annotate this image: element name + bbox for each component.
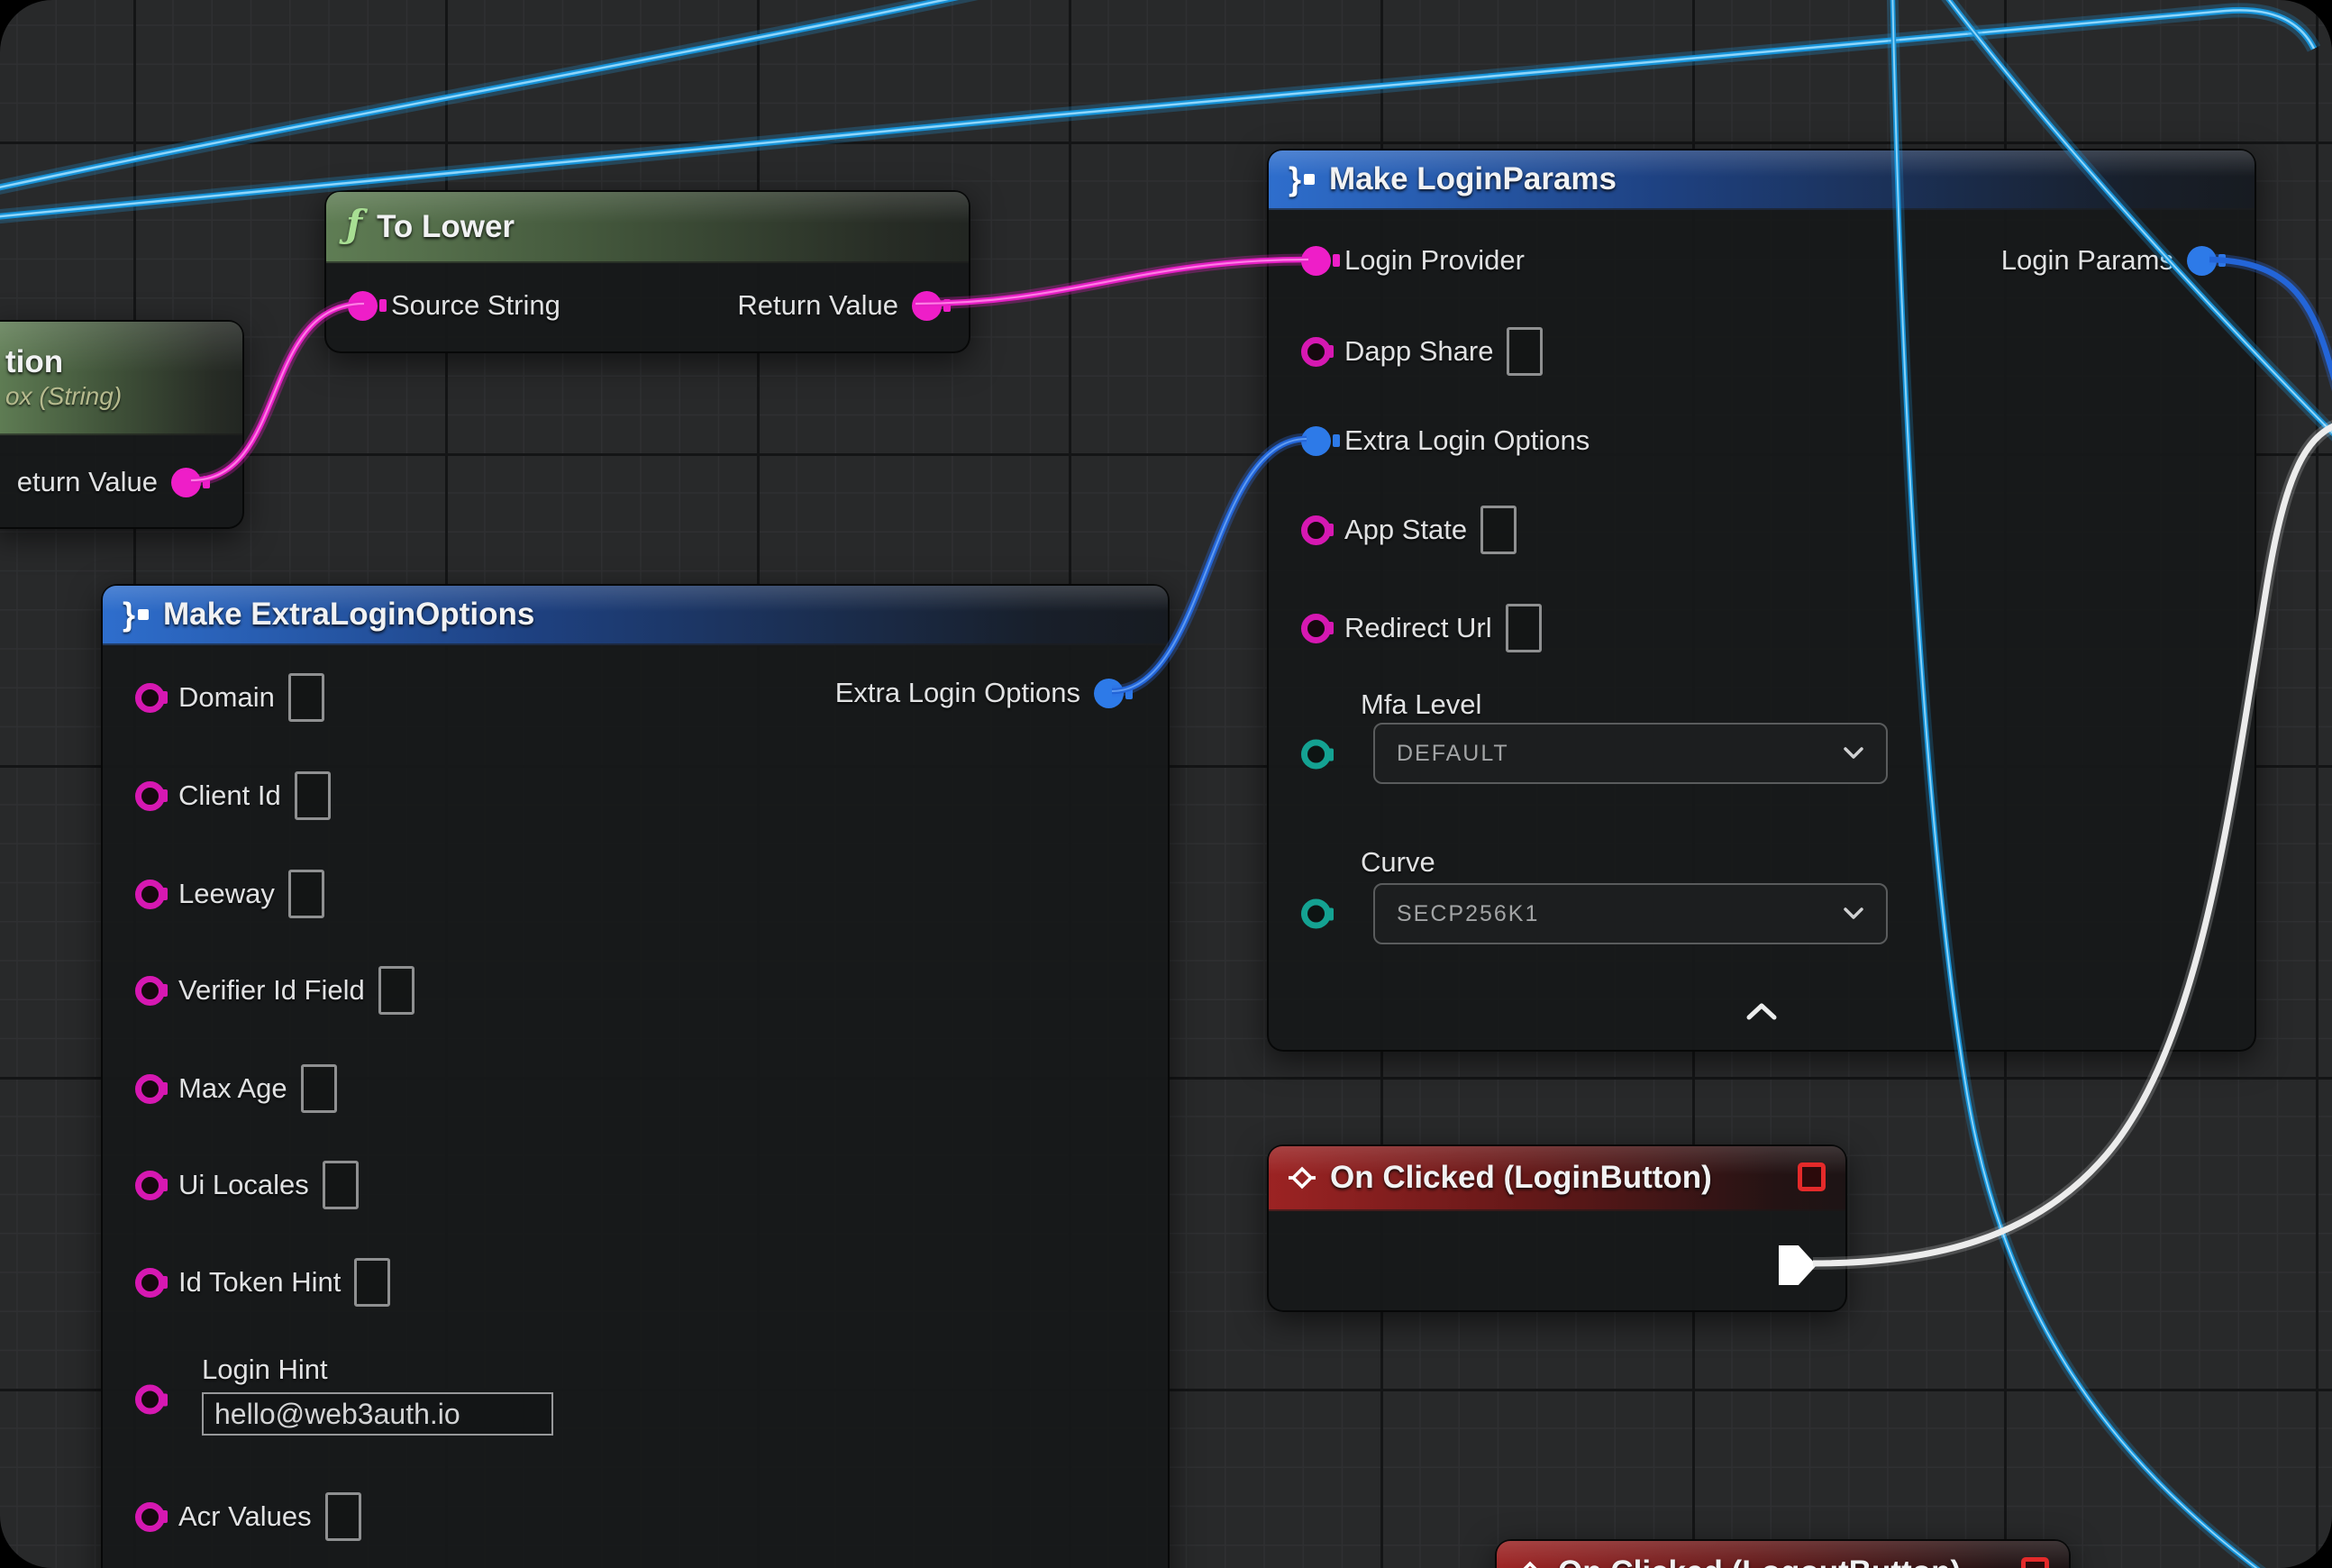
- acr-values-input-pin[interactable]: [135, 1502, 165, 1532]
- curve-dropdown[interactable]: SECP256K1: [1373, 883, 1888, 944]
- return-value-output-pin[interactable]: [171, 468, 201, 497]
- pin-label: App State: [1344, 514, 1467, 546]
- chevron-down-icon: [1843, 907, 1864, 921]
- make-struct-icon: }: [123, 598, 149, 631]
- node-title: To Lower: [377, 209, 515, 245]
- node-header: On Clicked (LogoutButton): [1497, 1541, 2069, 1568]
- app-state-input-pin[interactable]: [1301, 515, 1331, 545]
- login-provider-input-pin[interactable]: [1301, 246, 1331, 276]
- curve-input-pin[interactable]: [1301, 899, 1331, 929]
- node-title: Make ExtraLoginOptions: [163, 597, 534, 633]
- return-value-output-pin[interactable]: [912, 291, 942, 321]
- dapp-share-input-pin[interactable]: [1301, 337, 1331, 367]
- wire-background-cyan-1: [0, 0, 1027, 191]
- ui-locales-value-box[interactable]: [323, 1161, 359, 1209]
- widget-bind-indicator: [2021, 1557, 2049, 1568]
- node-title-fragment: tion: [5, 344, 63, 380]
- id-token-hint-value-box[interactable]: [354, 1258, 390, 1307]
- node-title: On Clicked (LoginButton): [1330, 1160, 1712, 1196]
- node-header: tion ox (String): [0, 322, 242, 435]
- chevron-down-icon: [1843, 746, 1864, 761]
- node-header: ƒ To Lower: [326, 192, 969, 263]
- verifier-id-field-value-box[interactable]: [378, 966, 414, 1015]
- node-on-clicked-login-button[interactable]: On Clicked (LoginButton): [1267, 1144, 1847, 1312]
- node-make-login-params[interactable]: } Make LoginParams Login Provider Login …: [1267, 149, 2256, 1052]
- max-age-input-pin[interactable]: [135, 1074, 165, 1104]
- pin-label: Source String: [391, 289, 560, 322]
- widget-bind-indicator: [1798, 1162, 1826, 1191]
- pin-label: Extra Login Options: [835, 677, 1080, 709]
- pin-label: Acr Values: [178, 1500, 312, 1533]
- curve-label: Curve: [1361, 846, 1435, 879]
- pin-label: eturn Value: [17, 466, 158, 498]
- node-to-lower[interactable]: ƒ To Lower Source String Return Value: [324, 190, 970, 353]
- wire-return-value-to-login-provider: [915, 260, 1308, 304]
- node-header: On Clicked (LoginButton): [1269, 1146, 1845, 1211]
- pin-label: Domain: [178, 681, 275, 714]
- node-make-extra-login-options[interactable]: } Make ExtraLoginOptions Domain Extra Lo…: [101, 584, 1170, 1568]
- login-hint-group: Login Hint hello@web3auth.io: [202, 1354, 553, 1436]
- node-on-clicked-logout-button[interactable]: On Clicked (LogoutButton): [1495, 1539, 2071, 1568]
- pin-label: Redirect Url: [1344, 612, 1492, 644]
- curve-value: SECP256K1: [1397, 901, 1539, 927]
- make-struct-icon: }: [1289, 163, 1315, 196]
- dapp-share-value-box[interactable]: [1507, 327, 1543, 376]
- node-header: } Make LoginParams: [1269, 150, 2255, 210]
- event-icon: [1289, 1164, 1316, 1191]
- leeway-value-box[interactable]: [288, 870, 324, 918]
- event-icon: [1517, 1559, 1544, 1568]
- app-state-value-box[interactable]: [1480, 506, 1517, 554]
- mfa-level-label: Mfa Level: [1361, 688, 1481, 721]
- max-age-value-box[interactable]: [301, 1064, 337, 1113]
- pin-label: Login Params: [2001, 244, 2173, 277]
- domain-input-pin[interactable]: [135, 683, 165, 713]
- node-subtitle-fragment: ox (String): [5, 382, 122, 411]
- acr-values-value-box[interactable]: [325, 1492, 361, 1541]
- collapse-chevron-icon[interactable]: [1744, 1001, 1780, 1023]
- login-hint-value: hello@web3auth.io: [214, 1398, 460, 1431]
- blueprint-graph-canvas[interactable]: tion ox (String) eturn Value ƒ To Lower …: [0, 0, 2332, 1568]
- mfa-level-input-pin[interactable]: [1301, 740, 1331, 770]
- node-title: Make LoginParams: [1329, 161, 1617, 197]
- ui-locales-input-pin[interactable]: [135, 1171, 165, 1200]
- client-id-value-box[interactable]: [295, 771, 331, 820]
- function-icon: ƒ: [346, 205, 362, 243]
- login-hint-input-pin[interactable]: [135, 1385, 165, 1415]
- client-id-input-pin[interactable]: [135, 781, 165, 811]
- redirect-url-input-pin[interactable]: [1301, 614, 1331, 643]
- id-token-hint-input-pin[interactable]: [135, 1268, 165, 1298]
- extra-login-options-output-pin[interactable]: [1094, 679, 1124, 708]
- pin-label: Client Id: [178, 779, 281, 812]
- login-params-output-pin[interactable]: [2187, 246, 2217, 276]
- login-hint-input[interactable]: hello@web3auth.io: [202, 1392, 553, 1436]
- exec-output-pin[interactable]: [1779, 1245, 1817, 1285]
- mfa-level-dropdown[interactable]: DEFAULT: [1373, 723, 1888, 784]
- redirect-url-value-box[interactable]: [1506, 604, 1542, 652]
- domain-value-box[interactable]: [288, 673, 324, 722]
- pin-label: Leeway: [178, 878, 275, 910]
- node-header: } Make ExtraLoginOptions: [103, 586, 1168, 645]
- leeway-input-pin[interactable]: [135, 880, 165, 909]
- pin-label: Max Age: [178, 1072, 287, 1105]
- verifier-id-field-input-pin[interactable]: [135, 976, 165, 1006]
- extra-login-options-input-pin[interactable]: [1301, 426, 1331, 456]
- pin-label: Login Provider: [1344, 244, 1525, 277]
- pin-label: Dapp Share: [1344, 335, 1493, 368]
- pin-label: Extra Login Options: [1344, 424, 1590, 457]
- mfa-level-value: DEFAULT: [1397, 741, 1509, 767]
- source-string-input-pin[interactable]: [348, 291, 378, 321]
- login-hint-label: Login Hint: [202, 1354, 553, 1386]
- pin-label: Verifier Id Field: [178, 974, 365, 1007]
- pin-label: Return Value: [737, 289, 898, 322]
- pin-label: Id Token Hint: [178, 1266, 341, 1299]
- node-textbox-partial[interactable]: tion ox (String) eturn Value: [0, 320, 244, 529]
- node-title: On Clicked (LogoutButton): [1558, 1554, 1961, 1568]
- pin-label: Ui Locales: [178, 1169, 309, 1201]
